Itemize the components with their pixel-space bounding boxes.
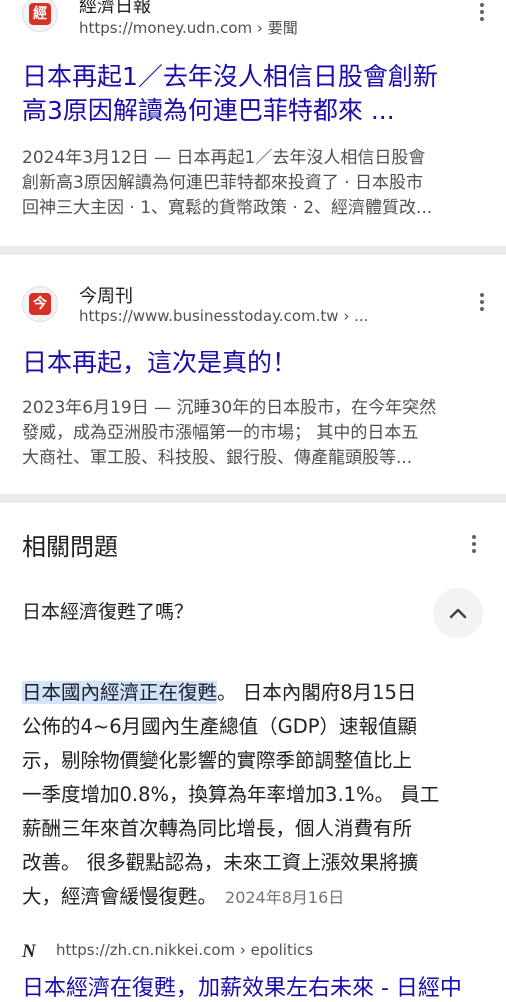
result-divider xyxy=(0,246,506,255)
site-url: https://www.businesstoday.com.tw › ... xyxy=(79,307,369,325)
result-2-source[interactable]: 今 今周刊 https://www.businesstoday.com.tw ›… xyxy=(22,282,492,332)
result-1-title[interactable]: 日本再起1／去年沒人相信日股會創新 高3原因解讀為何連巴菲特都來 ... xyxy=(22,60,488,128)
kebab-menu-icon[interactable] xyxy=(464,532,484,560)
answer-source[interactable]: N https://zh.cn.nikkei.com › epolitics xyxy=(22,940,492,962)
source-url: https://zh.cn.nikkei.com › epolitics xyxy=(56,941,314,959)
answer-highlight: 日本國內經濟正在復甦 xyxy=(22,681,218,704)
answer-date: 2024年8月16日 xyxy=(225,888,345,907)
site-name: 經濟日報 xyxy=(79,0,151,17)
site-logo-udn: 經 xyxy=(22,0,58,32)
related-question[interactable]: 日本經濟復甦了嗎？ xyxy=(22,597,193,624)
related-questions-heading: 相關問題 xyxy=(22,533,118,561)
result-2-title[interactable]: 日本再起，這次是真的！ xyxy=(22,346,488,380)
result-1-snippet: 2024年3月12日 — 日本再起1／去年沒人相信日股會 創新高3原因解讀為何連… xyxy=(22,148,433,218)
answer-source-title[interactable]: 日本經濟在復甦，加薪效果左右未來 - 日經中 xyxy=(22,970,462,1002)
result-divider xyxy=(0,494,506,503)
kebab-menu-icon[interactable] xyxy=(472,0,492,28)
site-url: https://money.udn.com › 要聞 xyxy=(79,19,298,37)
answer-text: 日本國內經濟正在復甦。 日本內閣府8月15日 公佈的4~6月國內生產總值（GDP… xyxy=(22,681,440,908)
nikkei-logo: N xyxy=(22,941,36,962)
result-1-source[interactable]: 經 經濟日報 https://money.udn.com › 要聞 xyxy=(22,0,492,42)
chevron-up-icon[interactable] xyxy=(433,588,483,638)
result-2-snippet: 2023年6月19日 — 沉睡30年的日本股市，在今年突然 發威，成為亞洲股市漲… xyxy=(22,398,437,468)
site-name: 今周刊 xyxy=(79,286,133,307)
site-logo-businesstoday: 今 xyxy=(22,286,58,322)
kebab-menu-icon[interactable] xyxy=(472,290,492,318)
